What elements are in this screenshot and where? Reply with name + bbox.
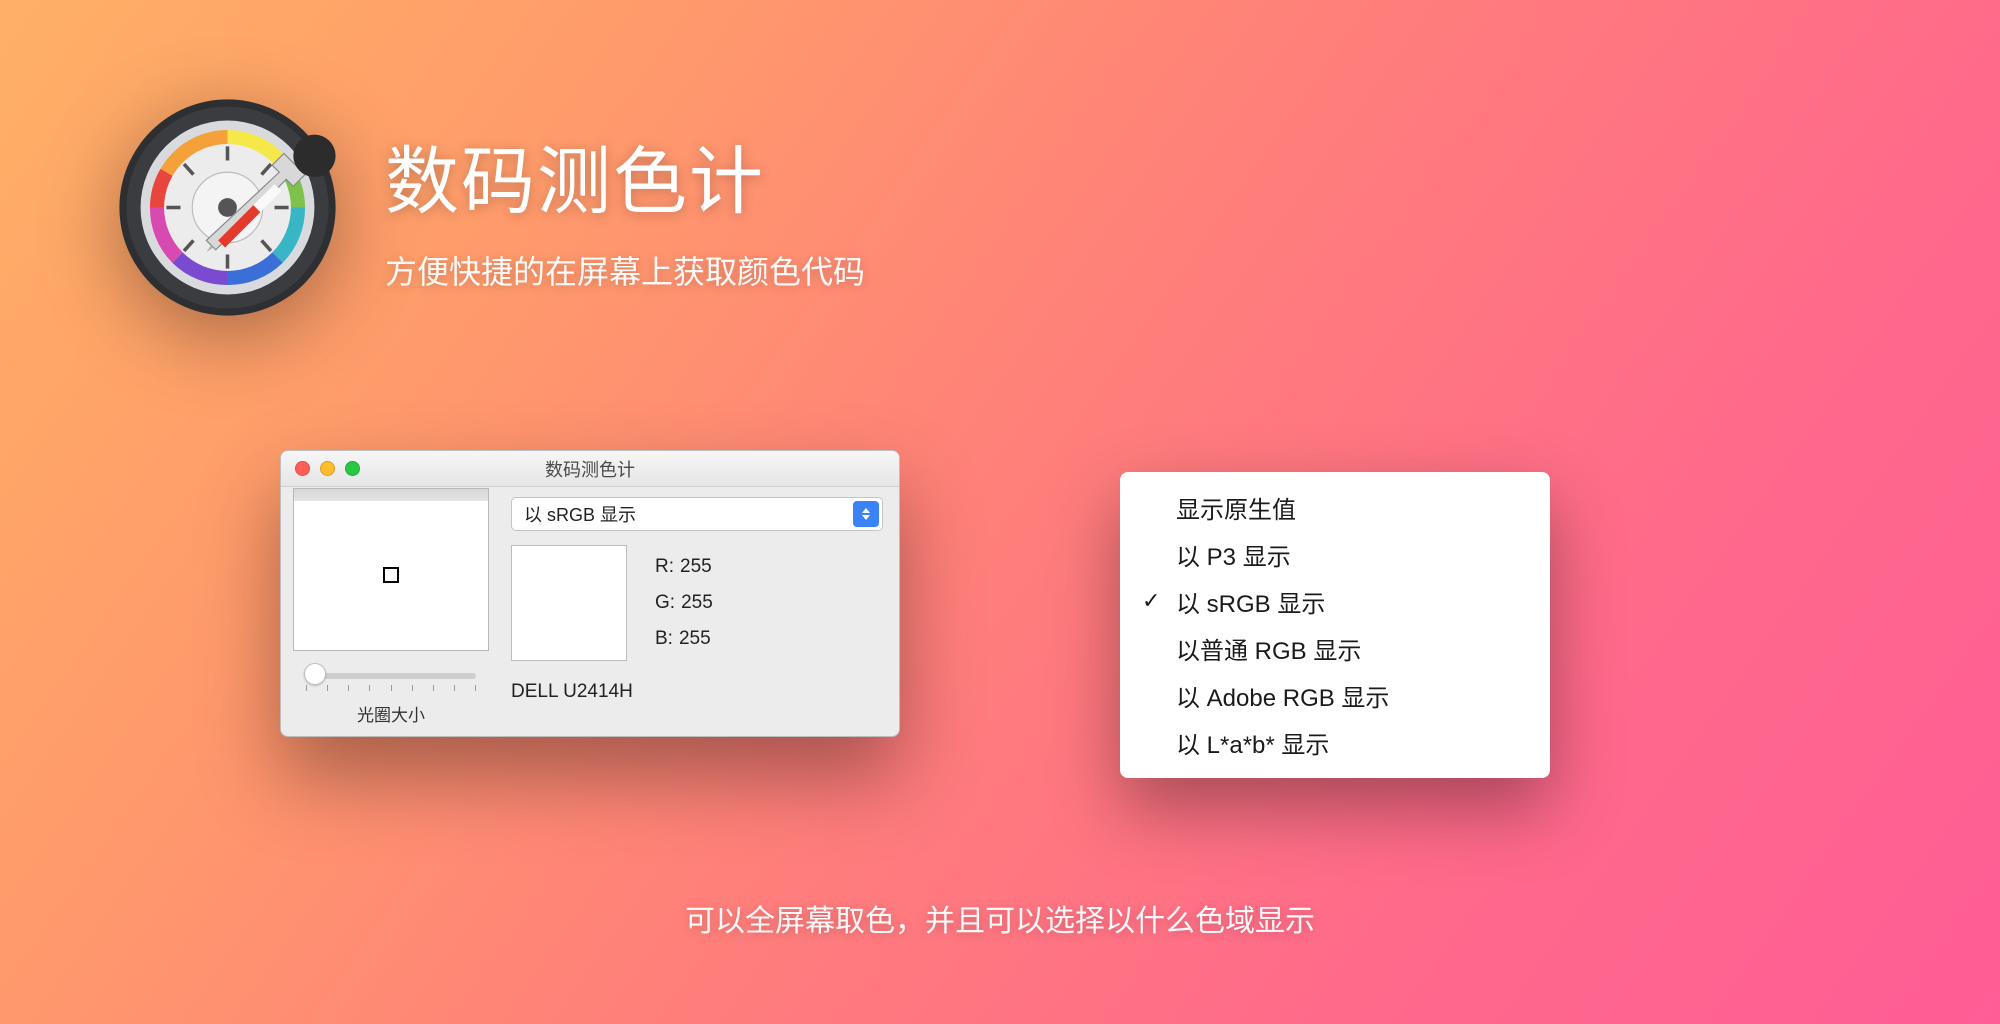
r-value: 255 — [680, 556, 712, 578]
r-label: R: — [655, 556, 674, 578]
menu-item-srgb[interactable]: ✓ 以 sRGB 显示 — [1120, 578, 1550, 625]
menu-item-adobe-rgb[interactable]: 以 Adobe RGB 显示 — [1120, 672, 1550, 719]
color-space-select[interactable]: 以 sRGB 显示 — [511, 497, 883, 531]
window-title: 数码测色计 — [281, 456, 899, 482]
color-space-menu: 显示原生值 以 P3 显示 ✓ 以 sRGB 显示 以普通 RGB 显示 以 A… — [1120, 472, 1550, 778]
hero-title: 数码测色计 — [385, 122, 865, 229]
chevron-up-down-icon — [853, 501, 879, 527]
caption: 可以全屏幕取色，并且可以选择以什么色域显示 — [0, 896, 2000, 940]
slider-thumb[interactable] — [304, 663, 326, 685]
b-value: 255 — [679, 628, 711, 650]
color-meter-window: 数码测色计 光圈大小 以 sRGB 显示 — [280, 450, 900, 737]
menu-item-label: 以 L*a*b* 显示 — [1176, 732, 1329, 759]
g-label: G: — [655, 592, 675, 614]
aperture-reticle-icon — [383, 567, 399, 583]
menu-item-p3[interactable]: 以 P3 显示 — [1120, 531, 1550, 578]
menu-item-label: 以 sRGB 显示 — [1176, 591, 1325, 618]
menu-item-lab[interactable]: 以 L*a*b* 显示 — [1120, 719, 1550, 766]
check-icon: ✓ — [1142, 588, 1160, 614]
rgb-readout: R:255 G:255 B:255 — [655, 545, 713, 661]
slider-label: 光圈大小 — [357, 701, 425, 726]
display-name: DELL U2414H — [511, 681, 883, 703]
titlebar[interactable]: 数码测色计 — [281, 451, 899, 487]
b-label: B: — [655, 628, 673, 650]
g-value: 255 — [681, 592, 713, 614]
menu-item-generic-rgb[interactable]: 以普通 RGB 显示 — [1120, 625, 1550, 672]
hero: 数码测色计 方便快捷的在屏幕上获取颜色代码 — [110, 90, 865, 325]
color-space-selected: 以 sRGB 显示 — [524, 501, 636, 527]
color-swatch — [511, 545, 627, 661]
aperture-size-slider[interactable] — [306, 673, 476, 679]
magnifier-preview — [293, 499, 489, 651]
hero-subtitle: 方便快捷的在屏幕上获取颜色代码 — [385, 247, 865, 293]
menu-item-native[interactable]: 显示原生值 — [1120, 484, 1550, 531]
menu-item-label: 以 Adobe RGB 显示 — [1176, 685, 1389, 712]
app-icon — [110, 90, 345, 325]
menu-item-label: 以普通 RGB 显示 — [1176, 638, 1361, 665]
menu-item-label: 以 P3 显示 — [1176, 544, 1291, 571]
menu-item-label: 显示原生值 — [1176, 497, 1296, 524]
